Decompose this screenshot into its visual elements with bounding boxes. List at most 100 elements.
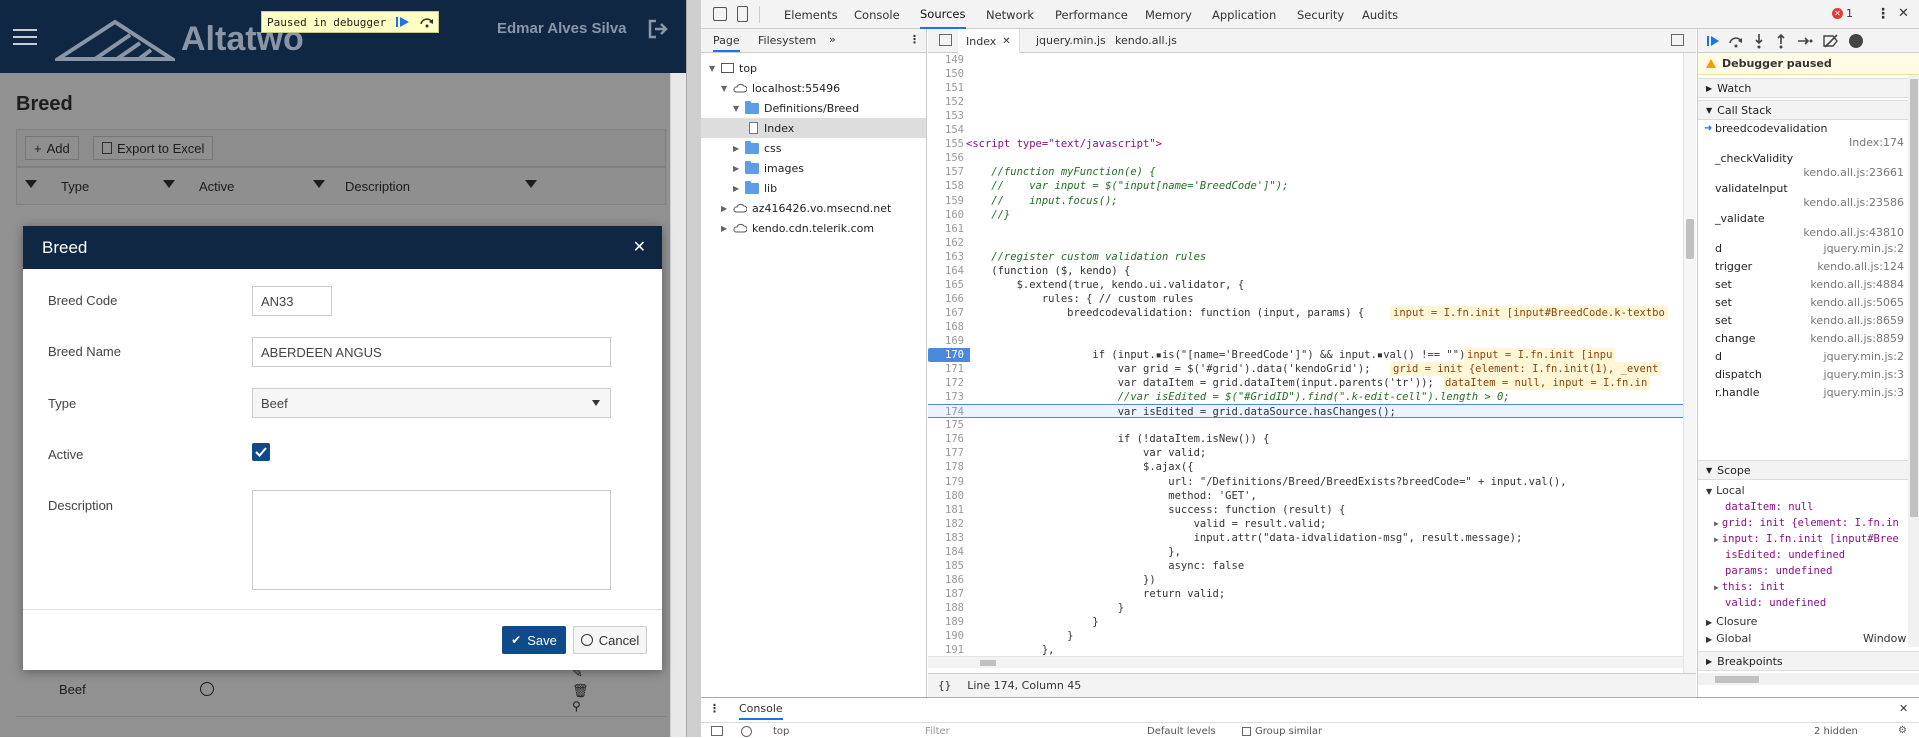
call-stack-frame[interactable]: validateInput kendo.all.js:23586 [1698,181,1906,211]
editor-tab-index[interactable]: Index ✕ [958,29,1020,53]
code-line[interactable]: 165 $.extend(true, kendo.ui.validator, { [928,278,1696,292]
code-line[interactable]: 152 [928,95,1696,109]
step-out-icon[interactable] [1775,33,1787,49]
line-number[interactable]: 156 [928,151,970,165]
logout-icon[interactable] [647,19,669,39]
more-options-icon[interactable]: ⋮ [1876,6,1890,22]
tree-item-css[interactable]: ▶ css [733,138,782,158]
line-number[interactable]: 163 [928,250,970,264]
call-stack-frame[interactable]: _validate kendo.all.js:43810 [1698,211,1906,241]
sidebar-hscrollbar[interactable] [1698,673,1919,685]
frame-location[interactable]: jquery.min.js:2 [1824,350,1904,363]
code-line[interactable]: 178 $.ajax({ [928,460,1696,474]
tree-item-msecnd[interactable]: ▶ az416426.vo.msecnd.net [721,198,891,218]
step-into-icon[interactable] [1753,33,1765,49]
code-scrollbar-thumb[interactable] [1686,219,1694,259]
breakpoint-marker[interactable]: 170 [928,348,970,363]
line-number[interactable]: 186 [928,573,970,587]
code-line[interactable]: 149 [928,53,1696,67]
tab-audits[interactable]: Audits [1362,0,1398,29]
line-number[interactable]: 184 [928,545,970,559]
code-line[interactable]: 176 if (!dataItem.isNew()) { [928,432,1696,446]
scope-variable[interactable]: ▶ grid: init {element: I.fn.in [1714,517,1899,529]
hscrollbar-thumb[interactable] [980,660,996,666]
code-line[interactable]: 175 [928,418,1696,432]
description-textarea[interactable] [252,490,611,590]
code-line[interactable]: 184 }, [928,545,1696,559]
clear-console-icon[interactable] [741,726,752,737]
scope-variable[interactable]: valid: undefined [1725,597,1826,609]
frame-location[interactable]: jquery.min.js:3 [1824,368,1904,381]
tree-item-kendo-cdn[interactable]: ▶ kendo.cdn.telerik.com [721,218,874,238]
console-levels-select[interactable]: Default levels [1147,726,1216,737]
more-tabs-icon[interactable]: » [829,33,836,46]
code-line[interactable]: 186 }) [928,573,1696,587]
call-stack-frame[interactable]: d jquery.min.js:2 [1698,241,1906,259]
code-line[interactable]: 153 [928,109,1696,123]
resume-icon[interactable] [1706,34,1720,48]
call-stack-frame[interactable]: ➜ breedcodevalidation Index:174 [1698,121,1906,151]
line-number[interactable]: 187 [928,587,970,601]
line-number[interactable]: 155 [928,137,970,151]
error-count-badge[interactable]: ✕ 1 [1832,7,1853,20]
expand-arrow-icon[interactable]: ▶ [1714,583,1719,592]
tab-console[interactable]: Console [854,0,900,29]
tab-application[interactable]: Application [1212,0,1276,29]
frame-location[interactable]: Index:174 [1849,136,1904,149]
tree-item-lib[interactable]: ▶ lib [733,178,777,198]
code-line[interactable]: 173 //var isEdited = $("#GridID").find("… [928,390,1696,404]
code-line[interactable]: 180 method: 'GET', [928,489,1696,503]
save-button[interactable]: ✔ Save [502,626,566,654]
close-devtools-icon[interactable]: ✕ [1898,6,1909,21]
code-line[interactable]: 167 breedcodevalidation: function (input… [928,305,1696,320]
code-line[interactable]: 157 //function myFunction(e) { [928,165,1696,179]
frame-location[interactable]: kendo.all.js:124 [1817,260,1904,273]
step-over-icon[interactable] [419,16,435,28]
code-line[interactable]: 168 [928,320,1696,334]
step-icon[interactable] [1797,34,1813,48]
line-number[interactable]: 165 [928,278,970,292]
tree-item-top[interactable]: ▼ top [709,58,757,78]
tab-performance[interactable]: Performance [1055,0,1128,29]
breed-name-input[interactable]: ABERDEEN ANGUS [252,337,611,367]
line-number[interactable]: 152 [928,95,970,109]
line-number[interactable]: 183 [928,531,970,545]
line-number[interactable]: 190 [928,629,970,643]
tab-elements[interactable]: Elements [784,0,838,29]
code-area[interactable]: 149 150 151 152 153 154 155 <script type="text/… [928,53,1696,673]
cancel-button[interactable]: Cancel [573,626,647,654]
code-line[interactable]: 155 <script type="text/javascript"> [928,137,1696,151]
frame-location[interactable]: jquery.min.js:2 [1824,242,1904,255]
code-line[interactable]: 181 success: function (result) { [928,503,1696,517]
call-stack-frame[interactable]: d jquery.min.js:2 [1698,349,1906,367]
deactivate-breakpoints-icon[interactable] [1823,34,1839,48]
call-stack-frame[interactable]: trigger kendo.all.js:124 [1698,259,1906,277]
scope-variable[interactable]: isEdited: undefined [1725,549,1845,561]
line-number[interactable]: 151 [928,81,970,95]
expand-arrow-icon[interactable]: ▶ [1714,519,1719,528]
line-number[interactable]: 178 [928,460,970,474]
code-line[interactable]: 160 //} [928,208,1696,222]
code-line[interactable]: 158 // var input = $("input[name='BreedC… [928,179,1696,193]
call-stack-frame[interactable]: r.handle jquery.min.js:3 [1698,385,1906,403]
code-line[interactable]: 170 if (input.▪is("[name='BreedCode']") … [928,348,1696,363]
navigator-tab-page[interactable]: Page [713,34,740,52]
expand-arrow-icon[interactable]: ▶ [1714,535,1719,544]
line-number[interactable]: 158 [928,179,970,193]
tab-sources[interactable]: Sources [920,0,966,29]
frame-location[interactable]: kendo.all.js:5065 [1810,296,1904,309]
group-similar-checkbox[interactable]: Group similar [1242,726,1322,737]
line-number[interactable]: 191 [928,643,970,657]
scope-variable[interactable]: dataItem: null [1725,501,1814,513]
line-number[interactable]: 166 [928,292,970,306]
scope-closure-header[interactable]: ▶ Closure [1706,615,1757,628]
scope-variable[interactable]: params: undefined [1725,565,1832,577]
console-sidebar-icon[interactable] [711,726,723,736]
code-line[interactable]: 187 return valid; [928,587,1696,601]
code-line[interactable]: 171 var grid = $('#grid').data('kendoGri… [928,362,1696,377]
code-line[interactable]: 185 async: false [928,559,1696,573]
line-number[interactable]: 179 [928,475,970,489]
console-filter-input[interactable]: Filter [925,726,950,737]
code-line[interactable]: 163 //register custom validation rules [928,250,1696,264]
line-number[interactable]: 161 [928,222,970,236]
